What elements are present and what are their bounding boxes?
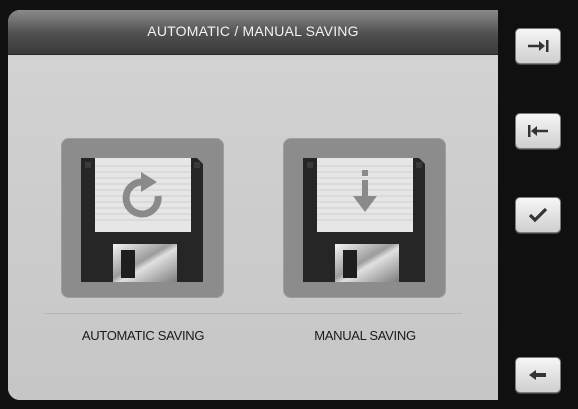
floppy-disk-download-icon — [303, 158, 425, 282]
previous-button[interactable] — [515, 113, 561, 149]
content-area: AUTOMATIC SAVING MANUAL SAVING — [8, 55, 498, 400]
confirm-button[interactable] — [515, 197, 561, 233]
device-frame: AUTOMATIC / MANUAL SAVING AUTOMATIC SAVI… — [0, 0, 578, 409]
sidebar — [498, 0, 578, 409]
arrow-left-from-bar-icon — [528, 125, 548, 137]
automatic-saving-label: AUTOMATIC SAVING — [81, 328, 205, 343]
next-button[interactable] — [515, 28, 561, 64]
title-bar: AUTOMATIC / MANUAL SAVING — [8, 10, 498, 55]
manual-saving-label: MANUAL SAVING — [314, 328, 416, 343]
arrow-right-to-bar-icon — [528, 40, 549, 52]
back-arrow-icon — [529, 370, 546, 380]
automatic-saving-button[interactable] — [61, 138, 224, 298]
page-title: AUTOMATIC / MANUAL SAVING — [147, 23, 359, 39]
main-screen: AUTOMATIC / MANUAL SAVING AUTOMATIC SAVI… — [8, 10, 498, 400]
checkmark-icon — [528, 207, 548, 223]
divider — [44, 313, 462, 314]
back-button[interactable] — [515, 357, 561, 393]
manual-saving-button[interactable] — [283, 138, 446, 298]
floppy-disk-refresh-icon — [81, 158, 203, 282]
